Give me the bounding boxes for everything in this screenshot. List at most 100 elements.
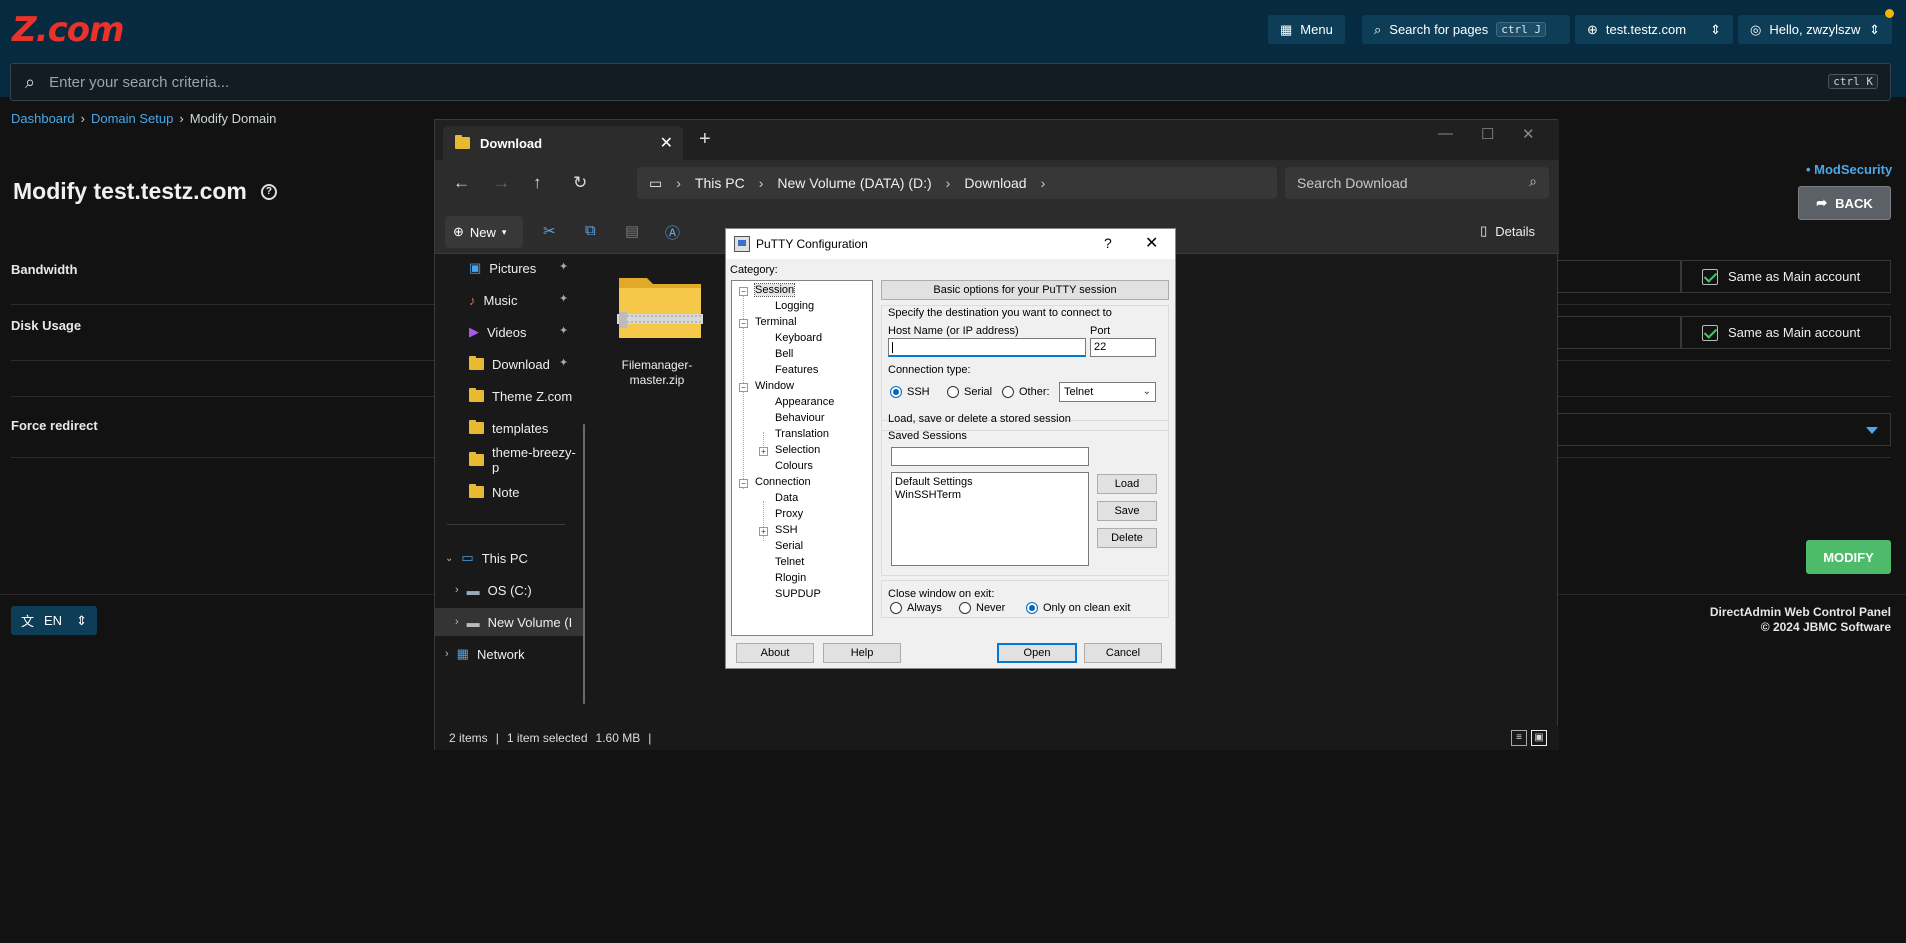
- tree-item-keyboard[interactable]: Keyboard: [775, 332, 822, 344]
- zip-folder-icon[interactable]: [617, 272, 703, 340]
- collapse-icon[interactable]: −: [739, 287, 748, 296]
- address-volume[interactable]: New Volume (DATA) (D:): [777, 175, 931, 191]
- cancel-button[interactable]: Cancel: [1084, 643, 1162, 663]
- back-button[interactable]: ➦ BACK: [1798, 186, 1891, 220]
- radio-serial[interactable]: [947, 386, 959, 398]
- sidebar-item-pictures[interactable]: ▣ Pictures ✦: [435, 254, 583, 282]
- port-input[interactable]: 22: [1090, 338, 1156, 357]
- tree-item-selection[interactable]: Selection: [775, 444, 820, 456]
- sidebar-item-theme-zcom[interactable]: Theme Z.com: [435, 382, 583, 410]
- new-button[interactable]: ⊕ New ▾: [445, 216, 523, 248]
- explorer-search-input[interactable]: Search Download ⌕: [1285, 167, 1549, 199]
- paste-icon[interactable]: ▤: [625, 222, 639, 240]
- close-tab-icon[interactable]: ✕: [660, 133, 673, 153]
- collapse-icon[interactable]: −: [739, 479, 748, 488]
- list-view-icon[interactable]: ≡: [1511, 730, 1527, 746]
- address-bar[interactable]: ▭ › This PC › New Volume (DATA) (D:) › D…: [637, 167, 1277, 199]
- tree-item-session[interactable]: Session: [753, 283, 796, 297]
- radio-always-label[interactable]: Always: [907, 602, 942, 614]
- sidebar-item-download[interactable]: Download ✦: [435, 350, 583, 378]
- address-download[interactable]: Download: [964, 175, 1026, 191]
- help-icon[interactable]: ?: [260, 183, 277, 200]
- delete-button[interactable]: Delete: [1097, 528, 1157, 548]
- minimize-icon[interactable]: —: [1438, 125, 1453, 142]
- tree-item-terminal[interactable]: Terminal: [755, 316, 797, 328]
- close-window-icon[interactable]: ✕: [1522, 125, 1535, 143]
- radio-never-label[interactable]: Never: [976, 602, 1005, 614]
- tree-item-features[interactable]: Features: [775, 364, 818, 376]
- disk-usage-input[interactable]: [1556, 316, 1681, 349]
- sidebar-item-note[interactable]: Note: [435, 478, 583, 506]
- tree-item-serial[interactable]: Serial: [775, 540, 803, 552]
- up-arrow-icon[interactable]: ↑: [533, 173, 542, 193]
- cut-icon[interactable]: ✂: [543, 222, 556, 240]
- radio-serial-label[interactable]: Serial: [964, 386, 992, 398]
- tree-item-supdup[interactable]: SUPDUP: [775, 588, 821, 600]
- tree-item-proxy[interactable]: Proxy: [775, 508, 803, 520]
- tree-item-telnet[interactable]: Telnet: [775, 556, 804, 568]
- collapse-icon[interactable]: −: [739, 319, 748, 328]
- sidebar-scrollbar[interactable]: [583, 424, 585, 704]
- sidebar-item-music[interactable]: ♪ Music ✦: [435, 286, 583, 314]
- tree-item-bell[interactable]: Bell: [775, 348, 793, 360]
- maximize-icon[interactable]: ☐: [1481, 125, 1494, 143]
- close-icon[interactable]: ✕: [1145, 233, 1158, 253]
- user-menu-button[interactable]: ◎ Hello, zwzylszw ⇕: [1738, 15, 1892, 44]
- sidebar-item-videos[interactable]: ▶ Videos ✦: [435, 318, 583, 346]
- expand-icon[interactable]: +: [759, 447, 768, 456]
- domain-select[interactable]: ⊕ test.testz.com ⇕: [1575, 15, 1733, 44]
- sidebar-item-network[interactable]: › ▦ Network: [435, 640, 583, 668]
- context-help-icon[interactable]: ?: [1104, 235, 1112, 251]
- help-button[interactable]: Help: [823, 643, 901, 663]
- explorer-tab-download[interactable]: Download ✕: [443, 126, 683, 160]
- sidebar-item-os-c[interactable]: › ▬ OS (C:): [435, 576, 583, 604]
- collapse-icon[interactable]: −: [739, 383, 748, 392]
- tiles-view-icon[interactable]: ▣: [1531, 730, 1547, 746]
- global-search-bar[interactable]: ⌕ Enter your search criteria... ctrl K: [10, 63, 1891, 101]
- sidebar-item-theme-breezy[interactable]: theme-breezy-p: [435, 446, 583, 474]
- radio-other-label[interactable]: Other:: [1019, 386, 1050, 398]
- modify-button[interactable]: MODIFY: [1806, 540, 1891, 574]
- address-this-pc[interactable]: This PC: [695, 175, 745, 191]
- tree-item-logging[interactable]: Logging: [775, 300, 814, 312]
- back-arrow-icon[interactable]: ←: [453, 173, 470, 193]
- load-button[interactable]: Load: [1097, 474, 1157, 494]
- sidebar-item-templates[interactable]: templates: [435, 414, 583, 442]
- radio-other[interactable]: [1002, 386, 1014, 398]
- disk-same-checkbox[interactable]: Same as Main account: [1681, 316, 1891, 349]
- tree-item-rlogin[interactable]: Rlogin: [775, 572, 806, 584]
- list-item[interactable]: WinSSHTerm: [895, 489, 1085, 502]
- saved-sessions-list[interactable]: Default Settings WinSSHTerm: [891, 472, 1089, 566]
- zip-file-name[interactable]: Filemanager-master.zip: [607, 358, 707, 388]
- radio-always[interactable]: [890, 602, 902, 614]
- radio-ssh[interactable]: [890, 386, 902, 398]
- host-name-input[interactable]: [888, 338, 1086, 357]
- about-button[interactable]: About: [736, 643, 814, 663]
- breadcrumb-dashboard[interactable]: Dashboard: [11, 111, 75, 126]
- details-button[interactable]: ▯ Details: [1480, 223, 1535, 239]
- refresh-icon[interactable]: ↻: [573, 173, 587, 193]
- tree-item-translation[interactable]: Translation: [775, 428, 829, 440]
- tree-item-data[interactable]: Data: [775, 492, 798, 504]
- tree-item-behaviour[interactable]: Behaviour: [775, 412, 825, 424]
- breadcrumb-domain-setup[interactable]: Domain Setup: [91, 111, 173, 126]
- radio-never[interactable]: [959, 602, 971, 614]
- bandwidth-same-checkbox[interactable]: Same as Main account: [1681, 260, 1891, 293]
- radio-ssh-label[interactable]: SSH: [907, 386, 930, 398]
- bandwidth-input[interactable]: [1556, 260, 1681, 293]
- save-button[interactable]: Save: [1097, 501, 1157, 521]
- sidebar-item-this-pc[interactable]: ⌄ ▭ This PC: [435, 544, 583, 572]
- radio-clean-exit-label[interactable]: Only on clean exit: [1043, 602, 1130, 614]
- menu-button[interactable]: ▦ Menu: [1268, 15, 1345, 44]
- forward-arrow-icon[interactable]: →: [493, 173, 510, 193]
- tree-item-colours[interactable]: Colours: [775, 460, 813, 472]
- other-protocol-select[interactable]: Telnet ⌄: [1059, 382, 1156, 402]
- language-select[interactable]: 文 EN ⇕: [11, 606, 97, 635]
- tree-item-ssh[interactable]: SSH: [775, 524, 798, 536]
- search-pages-button[interactable]: ⌕ Search for pages ctrl J: [1362, 15, 1570, 44]
- list-item[interactable]: Default Settings: [895, 476, 1085, 489]
- tree-item-connection[interactable]: Connection: [755, 476, 811, 488]
- tree-item-appearance[interactable]: Appearance: [775, 396, 834, 408]
- brand-logo[interactable]: Z.com: [12, 10, 125, 50]
- open-button[interactable]: Open: [997, 643, 1077, 663]
